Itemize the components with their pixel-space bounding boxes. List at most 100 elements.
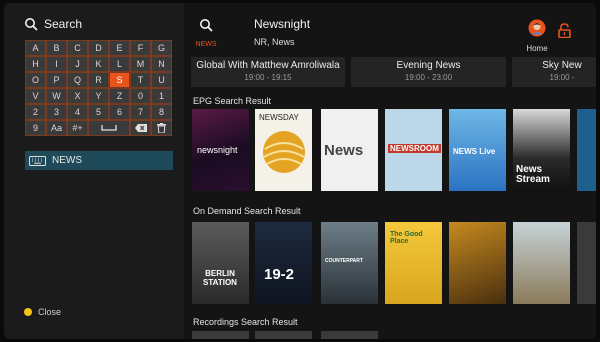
poster-caption: BERLIN STATION — [203, 269, 237, 287]
key-1[interactable]: 1 — [151, 88, 172, 104]
key-a[interactable]: A — [25, 40, 46, 56]
key-m[interactable]: M — [130, 56, 151, 72]
key-g[interactable]: G — [151, 40, 172, 56]
key-8[interactable]: 8 — [151, 104, 172, 120]
search-panel: Search A B C D E F G H I J K L M N O P Q… — [4, 3, 184, 339]
recording-tile[interactable] — [321, 331, 378, 339]
epg-poster[interactable]: newsnight — [192, 109, 249, 191]
on-demand-poster[interactable]: BERLIN STATION — [192, 222, 249, 304]
key-f[interactable]: F — [130, 40, 151, 56]
epg-poster[interactable]: NEWSROOM — [385, 109, 442, 191]
key-c[interactable]: C — [67, 40, 88, 56]
epg-tile-title: Global With Matthew Amroliwala — [196, 60, 340, 71]
key-o[interactable]: O — [25, 72, 46, 88]
key-z[interactable]: Z — [109, 88, 130, 104]
key-0[interactable]: 0 — [130, 88, 151, 104]
key-i[interactable]: I — [46, 56, 67, 72]
epg-tile[interactable]: Global With Matthew Amroliwala 19:00 - 1… — [191, 57, 345, 87]
key-j[interactable]: J — [67, 56, 88, 72]
key-3[interactable]: 3 — [46, 104, 67, 120]
recording-tile[interactable] — [255, 331, 312, 339]
key-d[interactable]: D — [88, 40, 109, 56]
epg-tile[interactable]: Evening News 19:00 - 23:00 — [351, 57, 506, 87]
key-l[interactable]: L — [109, 56, 130, 72]
poster-caption: NEWSDAY — [259, 113, 299, 122]
search-header: Search — [24, 17, 82, 31]
key-v[interactable]: V — [25, 88, 46, 104]
key-s[interactable]: S — [109, 72, 130, 88]
key-h[interactable]: H — [25, 56, 46, 72]
key-w[interactable]: W — [46, 88, 67, 104]
key-e[interactable]: E — [109, 40, 130, 56]
key-q[interactable]: Q — [67, 72, 88, 88]
clear-key[interactable] — [151, 120, 172, 136]
on-demand-poster[interactable]: COUNTERPART — [321, 222, 378, 304]
epg-poster[interactable] — [577, 109, 596, 191]
epg-tile-time: 19:00 - 23:00 — [404, 73, 453, 82]
epg-poster[interactable]: NEWSDAY — [255, 109, 312, 191]
search-query-field[interactable]: NEWS — [25, 151, 173, 170]
epg-results-heading: EPG Search Result — [193, 96, 272, 106]
poster-caption: 19-2 — [264, 266, 295, 283]
on-demand-poster[interactable]: 19-2 — [255, 222, 312, 304]
epg-poster[interactable]: News — [321, 109, 378, 191]
key-7[interactable]: 7 — [130, 104, 151, 120]
onscreen-keyboard: A B C D E F G H I J K L M N O P Q R S T … — [25, 40, 172, 136]
close-button[interactable]: Close — [24, 307, 61, 317]
epg-strip: Global With Matthew Amroliwala 19:00 - 1… — [191, 57, 596, 87]
key-p[interactable]: P — [46, 72, 67, 88]
program-title: Newsnight — [254, 17, 311, 31]
recordings-heading: Recordings Search Result — [193, 317, 298, 327]
on-demand-poster[interactable]: The Good Place — [385, 222, 442, 304]
key-symbols[interactable]: #+ — [67, 120, 88, 136]
poster-caption: The Good Place — [390, 231, 423, 245]
search-tab[interactable]: NEWS — [191, 18, 221, 48]
key-2[interactable]: 2 — [25, 104, 46, 120]
backspace-key[interactable] — [130, 120, 151, 136]
home-button[interactable]: Home — [522, 19, 552, 53]
on-demand-heading: On Demand Search Result — [193, 206, 301, 216]
keyboard-icon — [29, 155, 46, 166]
lock-icon — [558, 23, 571, 39]
poster-caption: NEWSROOM — [388, 144, 441, 153]
space-key[interactable] — [88, 120, 130, 136]
key-5[interactable]: 5 — [88, 104, 109, 120]
on-demand-poster[interactable] — [449, 222, 506, 304]
poster-caption: COUNTERPART — [325, 258, 363, 264]
key-9[interactable]: 9 — [25, 120, 46, 136]
lock-button[interactable] — [558, 23, 571, 43]
search-tab-label: NEWS — [195, 41, 217, 48]
recordings-row — [192, 331, 596, 339]
key-u[interactable]: U — [151, 72, 172, 88]
key-r[interactable]: R — [88, 72, 109, 88]
key-k[interactable]: K — [88, 56, 109, 72]
newsday-globe-logo — [263, 131, 305, 173]
key-case-toggle[interactable]: Aa — [46, 120, 67, 136]
on-demand-poster[interactable] — [577, 222, 596, 304]
trash-icon — [157, 123, 166, 133]
close-label: Close — [38, 307, 62, 317]
poster-caption: News Stream — [516, 164, 550, 185]
key-n[interactable]: N — [151, 56, 172, 72]
poster-caption: NEWS Live — [453, 147, 496, 156]
key-b[interactable]: B — [46, 40, 67, 56]
recording-tile[interactable] — [192, 331, 249, 339]
results-panel: NEWS Newsnight NR, News Home Global With… — [184, 3, 596, 339]
epg-poster[interactable]: News Stream — [513, 109, 570, 191]
key-t[interactable]: T — [130, 72, 151, 88]
key-4[interactable]: 4 — [67, 104, 88, 120]
search-icon — [200, 19, 213, 32]
backspace-icon — [134, 124, 147, 132]
key-y[interactable]: Y — [88, 88, 109, 104]
epg-tile[interactable]: Sky New 19:00 - — [512, 57, 596, 87]
on-demand-poster[interactable] — [513, 222, 570, 304]
key-x[interactable]: X — [67, 88, 88, 104]
search-query-text: NEWS — [52, 155, 82, 166]
poster-caption: News — [324, 142, 364, 159]
home-label: Home — [526, 44, 548, 53]
program-subtitle: NR, News — [254, 37, 295, 47]
key-6[interactable]: 6 — [109, 104, 130, 120]
on-demand-row: BERLIN STATION 19-2 COUNTERPART The Good… — [192, 222, 596, 304]
epg-poster[interactable]: NEWS Live — [449, 109, 506, 191]
yellow-button-icon — [24, 308, 32, 316]
